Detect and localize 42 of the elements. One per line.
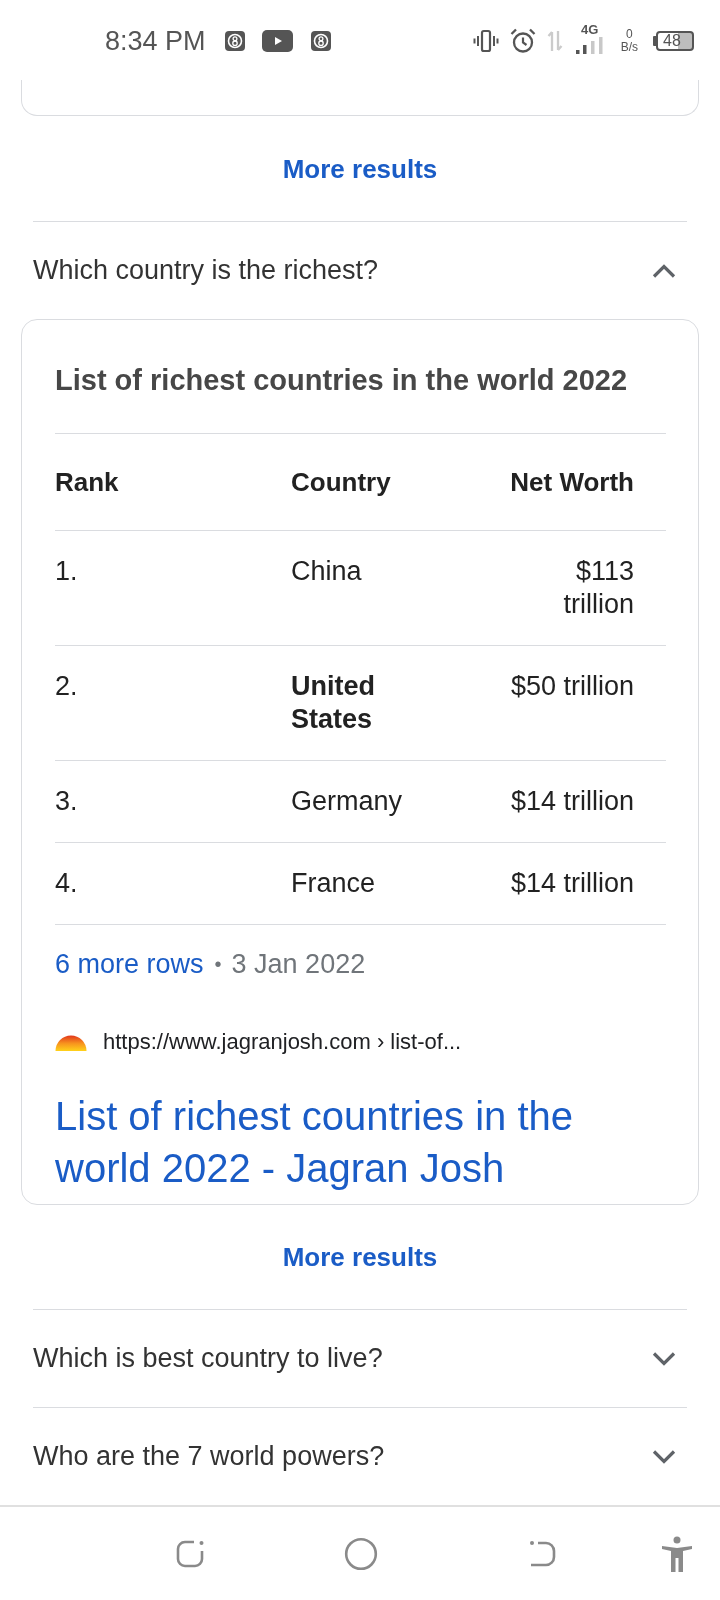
network-type-text: 4G [581,22,599,37]
data-speed-unit: B/s [620,41,638,54]
table-cell-text: $14 trillion [509,785,634,818]
recent-apps-icon[interactable] [175,1538,206,1569]
table-cell-text: 3. [55,785,79,818]
table-cell-text: 2. [55,670,79,703]
separator-text: • [214,952,222,977]
table-cell-text: 4. [55,867,79,900]
more-rows-link[interactable]: 6 more rows [55,947,204,981]
battery-indicator: 48 [653,31,694,51]
back-icon[interactable] [528,1538,558,1569]
faq-question[interactable]: Who are the 7 world powers? [33,1408,687,1505]
table-cell: Germany [291,785,403,818]
app-badge-icon [224,31,245,51]
clock-time: 8:34 PM [105,25,206,57]
data-speed-value: 0 [626,28,633,41]
table-title: List of richest countries in the world 2022 [55,363,629,398]
app-badge-icon [310,31,331,51]
faq-question[interactable]: Which is best country to live? [33,1310,687,1407]
source-url: https://www.jagranjosh.com › list-of... [103,1028,462,1056]
table-cell: China [291,555,362,588]
table-cell-text: $113 trillion [562,555,634,621]
sunrise-icon [55,1033,87,1051]
data-transfer-icon [546,29,563,53]
video-play-icon [261,30,293,52]
table-cell-text: $50 trillion [509,670,634,703]
home-icon[interactable] [344,1536,378,1571]
column-header: Rank [55,466,120,499]
table-cell-text: United States [291,670,376,736]
table-cell-text: 1. [55,555,79,588]
faq-question[interactable]: Which country is the richest? [33,222,687,319]
more-results-link[interactable]: More results [282,152,438,185]
result-title-link[interactable]: List of richest countries in the world 2022 - Jagran Josh [55,1090,640,1194]
accessibility-icon[interactable] [661,1535,693,1572]
column-header: Net Worth [509,466,634,499]
table-cell: France [291,867,376,900]
alarm-clock-icon [509,28,536,54]
more-results-link[interactable]: More results [282,1241,438,1273]
column-header: Country [291,466,392,499]
date-text: 3 Jan 2022 [231,948,366,981]
vibrate-icon [472,29,499,53]
table-cell-text: $14 trillion [509,867,634,900]
